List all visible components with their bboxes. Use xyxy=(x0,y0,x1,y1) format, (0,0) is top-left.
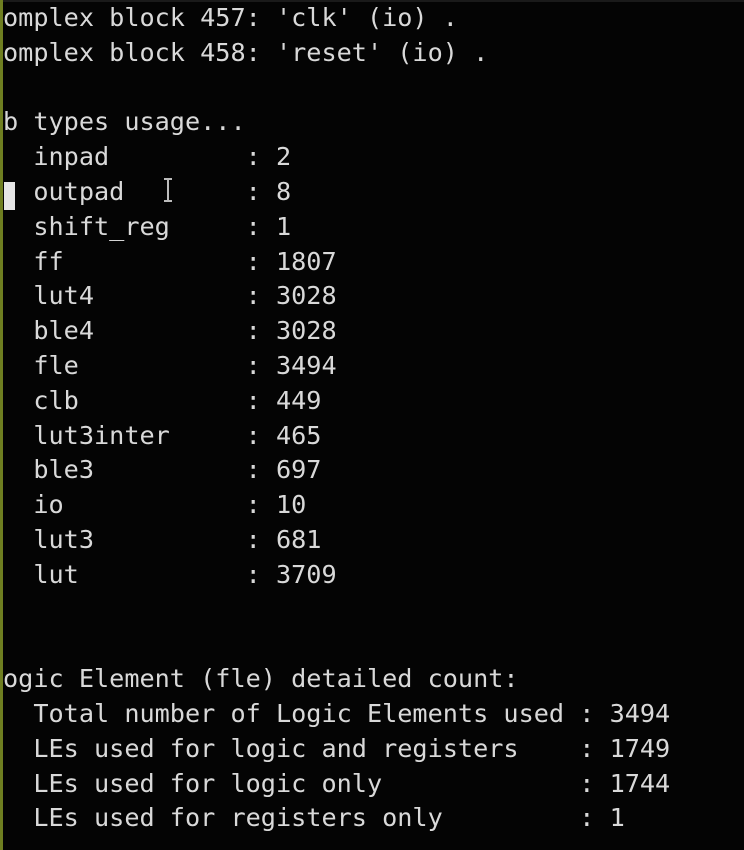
terminal-line: LEs used for logic and registers : 1749 xyxy=(3,733,671,763)
terminal-line: inpad : 2 xyxy=(3,142,292,172)
terminal-line: omplex block 458: 'reset' (io) . xyxy=(3,37,489,67)
terminal-line: ble4 : 3028 xyxy=(3,316,337,346)
terminal-line: LEs used for registers only : 1 xyxy=(3,803,625,833)
terminal-output[interactable]: omplex block 457: 'clk' (io) . omplex bl… xyxy=(3,1,743,849)
terminal-line: fle : 3494 xyxy=(3,350,337,380)
terminal-line: clb : 449 xyxy=(3,385,322,415)
ibeam-stem xyxy=(167,179,169,201)
terminal-line: lut4 : 3028 xyxy=(3,281,337,311)
terminal-line: ogic Element (fle) detailed count: xyxy=(3,664,519,694)
terminal-line: io : 10 xyxy=(3,490,307,520)
terminal-line: outpad : 8 xyxy=(3,176,292,206)
terminal-line: lut : 3709 xyxy=(3,559,337,589)
terminal-line: ff : 1807 xyxy=(3,246,337,276)
terminal-line: ble3 : 697 xyxy=(3,455,322,485)
ibeam-icon xyxy=(164,178,172,202)
terminal-window[interactable]: omplex block 457: 'clk' (io) . omplex bl… xyxy=(0,0,744,850)
terminal-line: shift_reg : 1 xyxy=(3,211,292,241)
terminal-line: lut3inter : 465 xyxy=(3,420,322,450)
text-cursor-block-icon xyxy=(4,182,15,210)
terminal-line: Total number of Logic Elements used : 34… xyxy=(3,698,671,728)
terminal-line: b types usage... xyxy=(3,107,246,137)
terminal-line: LEs used for logic only : 1744 xyxy=(3,768,671,798)
terminal-line: lut3 : 681 xyxy=(3,524,322,554)
terminal-line: omplex block 457: 'clk' (io) . xyxy=(3,3,458,32)
